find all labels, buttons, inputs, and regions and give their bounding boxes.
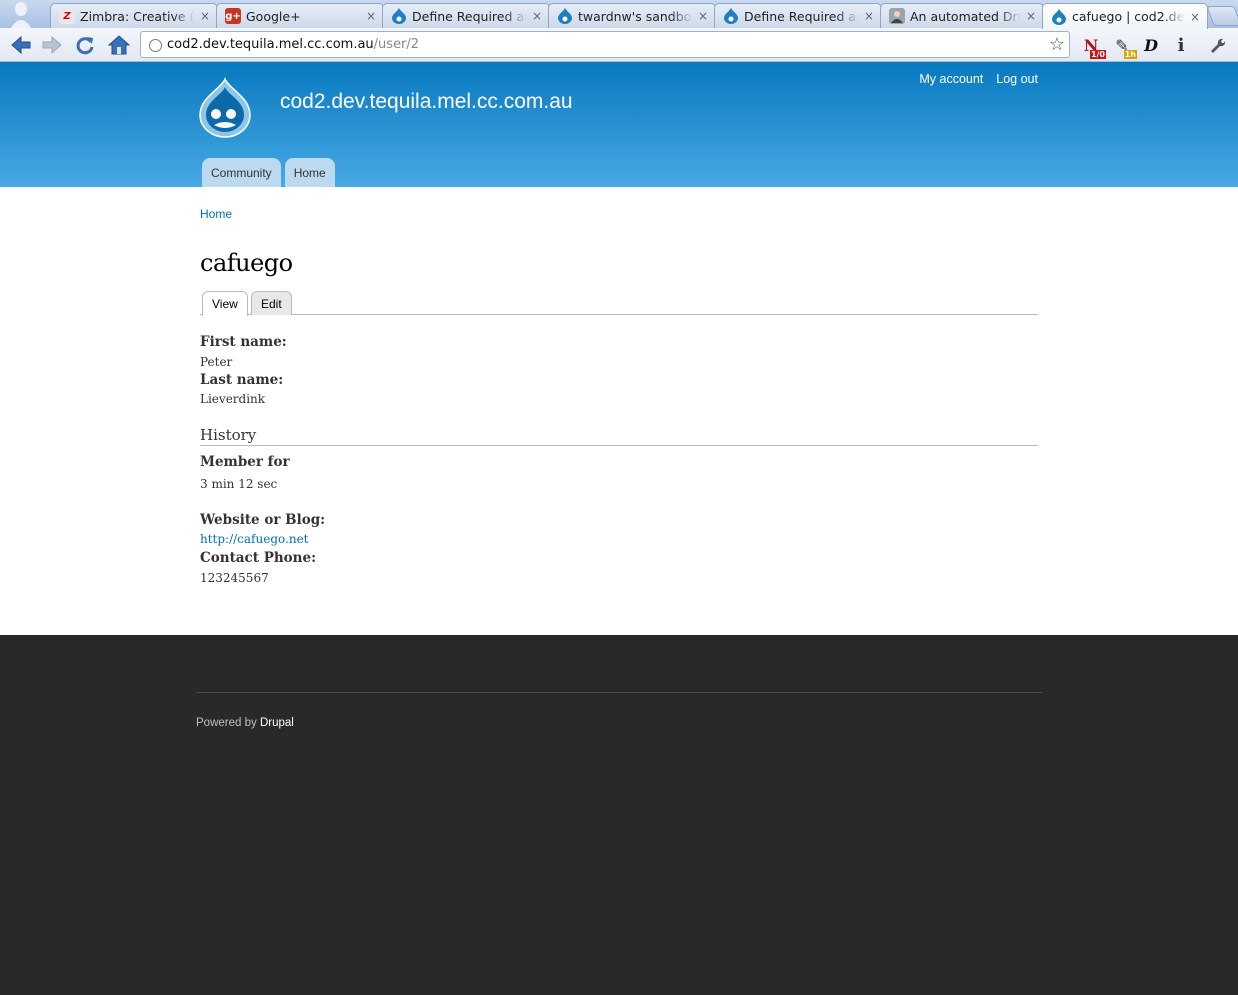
footer-divider	[196, 692, 1042, 693]
browser-tab-strip: Z Zimbra: Creative ( × g+ Google+ × Defi…	[0, 0, 1238, 29]
tab-title: Zimbra: Creative (	[80, 8, 195, 24]
main-menu-home[interactable]: Home	[284, 158, 335, 187]
site-footer: Powered by Drupal	[0, 635, 1238, 995]
site-header: cod2.dev.tequila.mel.cc.com.au My accoun…	[0, 62, 1238, 187]
close-icon[interactable]: ×	[531, 10, 543, 22]
tab-title: Google+	[246, 8, 301, 24]
member-for-label: Member for	[200, 454, 290, 470]
new-tab-button[interactable]	[1206, 6, 1238, 26]
tab-title: cafuego | cod2.de	[1072, 9, 1185, 24]
website-link[interactable]: http://cafuego.net	[200, 532, 309, 546]
d-letter-icon: D	[1144, 35, 1158, 55]
reload-icon	[76, 37, 94, 55]
browser-tab-define-required-2[interactable]: Define Required ar ×	[714, 3, 882, 28]
forward-arrow-icon	[42, 35, 62, 55]
d-extension-button[interactable]: D	[1139, 33, 1163, 57]
profile-avatar-icon[interactable]	[8, 0, 34, 28]
info-extension-button[interactable]: i	[1169, 33, 1193, 57]
browser-tab-google-plus[interactable]: g+ Google+ ×	[216, 3, 384, 28]
browser-tab-automated-drupal[interactable]: An automated Dru ×	[880, 3, 1044, 28]
wrench-menu-button[interactable]	[1205, 33, 1229, 57]
breadcrumb: Home	[200, 207, 232, 221]
url-host: cod2.dev.tequila.mel.cc.com.au	[167, 37, 374, 52]
last-name-label: Last name:	[200, 372, 284, 388]
contact-phone-value: 123245567	[200, 571, 269, 585]
drupal-icon	[391, 8, 407, 24]
home-button[interactable]	[105, 32, 133, 58]
tab-title: Define Required ar	[744, 8, 859, 24]
wrench-icon	[1211, 38, 1226, 53]
home-icon	[108, 35, 130, 55]
first-name-value: Peter	[200, 355, 233, 369]
google-plus-icon: g+	[225, 8, 241, 24]
page-title: cafuego	[200, 249, 293, 277]
contact-phone-label: Contact Phone:	[200, 550, 317, 566]
back-button[interactable]	[7, 32, 35, 58]
back-arrow-icon	[11, 35, 31, 55]
website-label: Website or Blog:	[200, 512, 326, 528]
member-for-value: 3 min 12 sec	[200, 477, 278, 491]
close-icon[interactable]: ×	[199, 10, 211, 22]
tab-title: twardnw's sandbo	[578, 8, 692, 24]
notifier-extension-button[interactable]: N 1/0	[1079, 33, 1106, 59]
forward-button[interactable]	[38, 32, 66, 58]
close-icon[interactable]: ×	[863, 10, 875, 22]
powered-by-prefix: Powered by	[196, 717, 257, 729]
first-name-label: First name:	[200, 334, 287, 350]
paperclip-extension-button[interactable]: ✎ 1h	[1110, 33, 1137, 59]
close-icon[interactable]: ×	[1025, 10, 1037, 22]
tab-view[interactable]: View	[202, 291, 248, 316]
local-tabs: View Edit	[200, 291, 1038, 316]
my-account-link[interactable]: My account	[919, 72, 983, 86]
browser-toolbar: cod2.dev.tequila.mel.cc.com.au/user/2 ☆ …	[0, 28, 1238, 62]
close-icon[interactable]: ×	[697, 10, 709, 22]
drupal-logo-icon[interactable]	[198, 76, 252, 139]
history-heading: History	[200, 426, 1038, 446]
main-menu: Community Home	[202, 158, 335, 187]
main-menu-community[interactable]: Community	[202, 158, 281, 187]
main-content: Home cafuego View Edit First name: Peter…	[0, 187, 1238, 635]
powered-by: Powered by Drupal	[196, 717, 294, 729]
drupal-icon	[723, 8, 739, 24]
info-icon: i	[1177, 34, 1185, 56]
breadcrumb-home-link[interactable]: Home	[200, 207, 232, 221]
tab-title: Define Required ar	[412, 8, 527, 24]
globe-icon	[149, 39, 162, 52]
browser-tab-define-required-1[interactable]: Define Required ar ×	[382, 3, 550, 28]
reload-button[interactable]	[71, 32, 99, 58]
person-icon	[889, 8, 905, 24]
tab-edit[interactable]: Edit	[251, 291, 292, 315]
close-icon[interactable]: ×	[365, 10, 377, 22]
drupal-link[interactable]: Drupal	[260, 717, 294, 729]
drupal-icon	[557, 8, 573, 24]
website-value: http://cafuego.net	[200, 532, 309, 546]
bookmark-star-icon[interactable]: ☆	[1049, 34, 1065, 56]
url-path: /user/2	[373, 37, 420, 52]
site-name[interactable]: cod2.dev.tequila.mel.cc.com.au	[280, 90, 573, 114]
browser-tab-cafuego[interactable]: cafuego | cod2.de ×	[1042, 3, 1208, 29]
zimbra-icon: Z	[59, 8, 75, 24]
log-out-link[interactable]: Log out	[996, 72, 1038, 86]
attach-badge: 1h	[1123, 50, 1137, 59]
drupal-icon	[1051, 8, 1067, 25]
address-bar[interactable]: cod2.dev.tequila.mel.cc.com.au/user/2 ☆	[140, 31, 1070, 58]
browser-tab-twardnw-sandbox[interactable]: twardnw's sandbo ×	[548, 3, 716, 28]
notifier-badge: 1/0	[1089, 50, 1106, 59]
browser-tab-zimbra[interactable]: Z Zimbra: Creative ( ×	[50, 3, 218, 28]
close-icon[interactable]: ×	[1189, 11, 1201, 23]
tab-title: An automated Dru	[910, 8, 1021, 24]
secondary-menu: My account Log out	[919, 72, 1038, 86]
last-name-value: Lieverdink	[200, 392, 266, 406]
